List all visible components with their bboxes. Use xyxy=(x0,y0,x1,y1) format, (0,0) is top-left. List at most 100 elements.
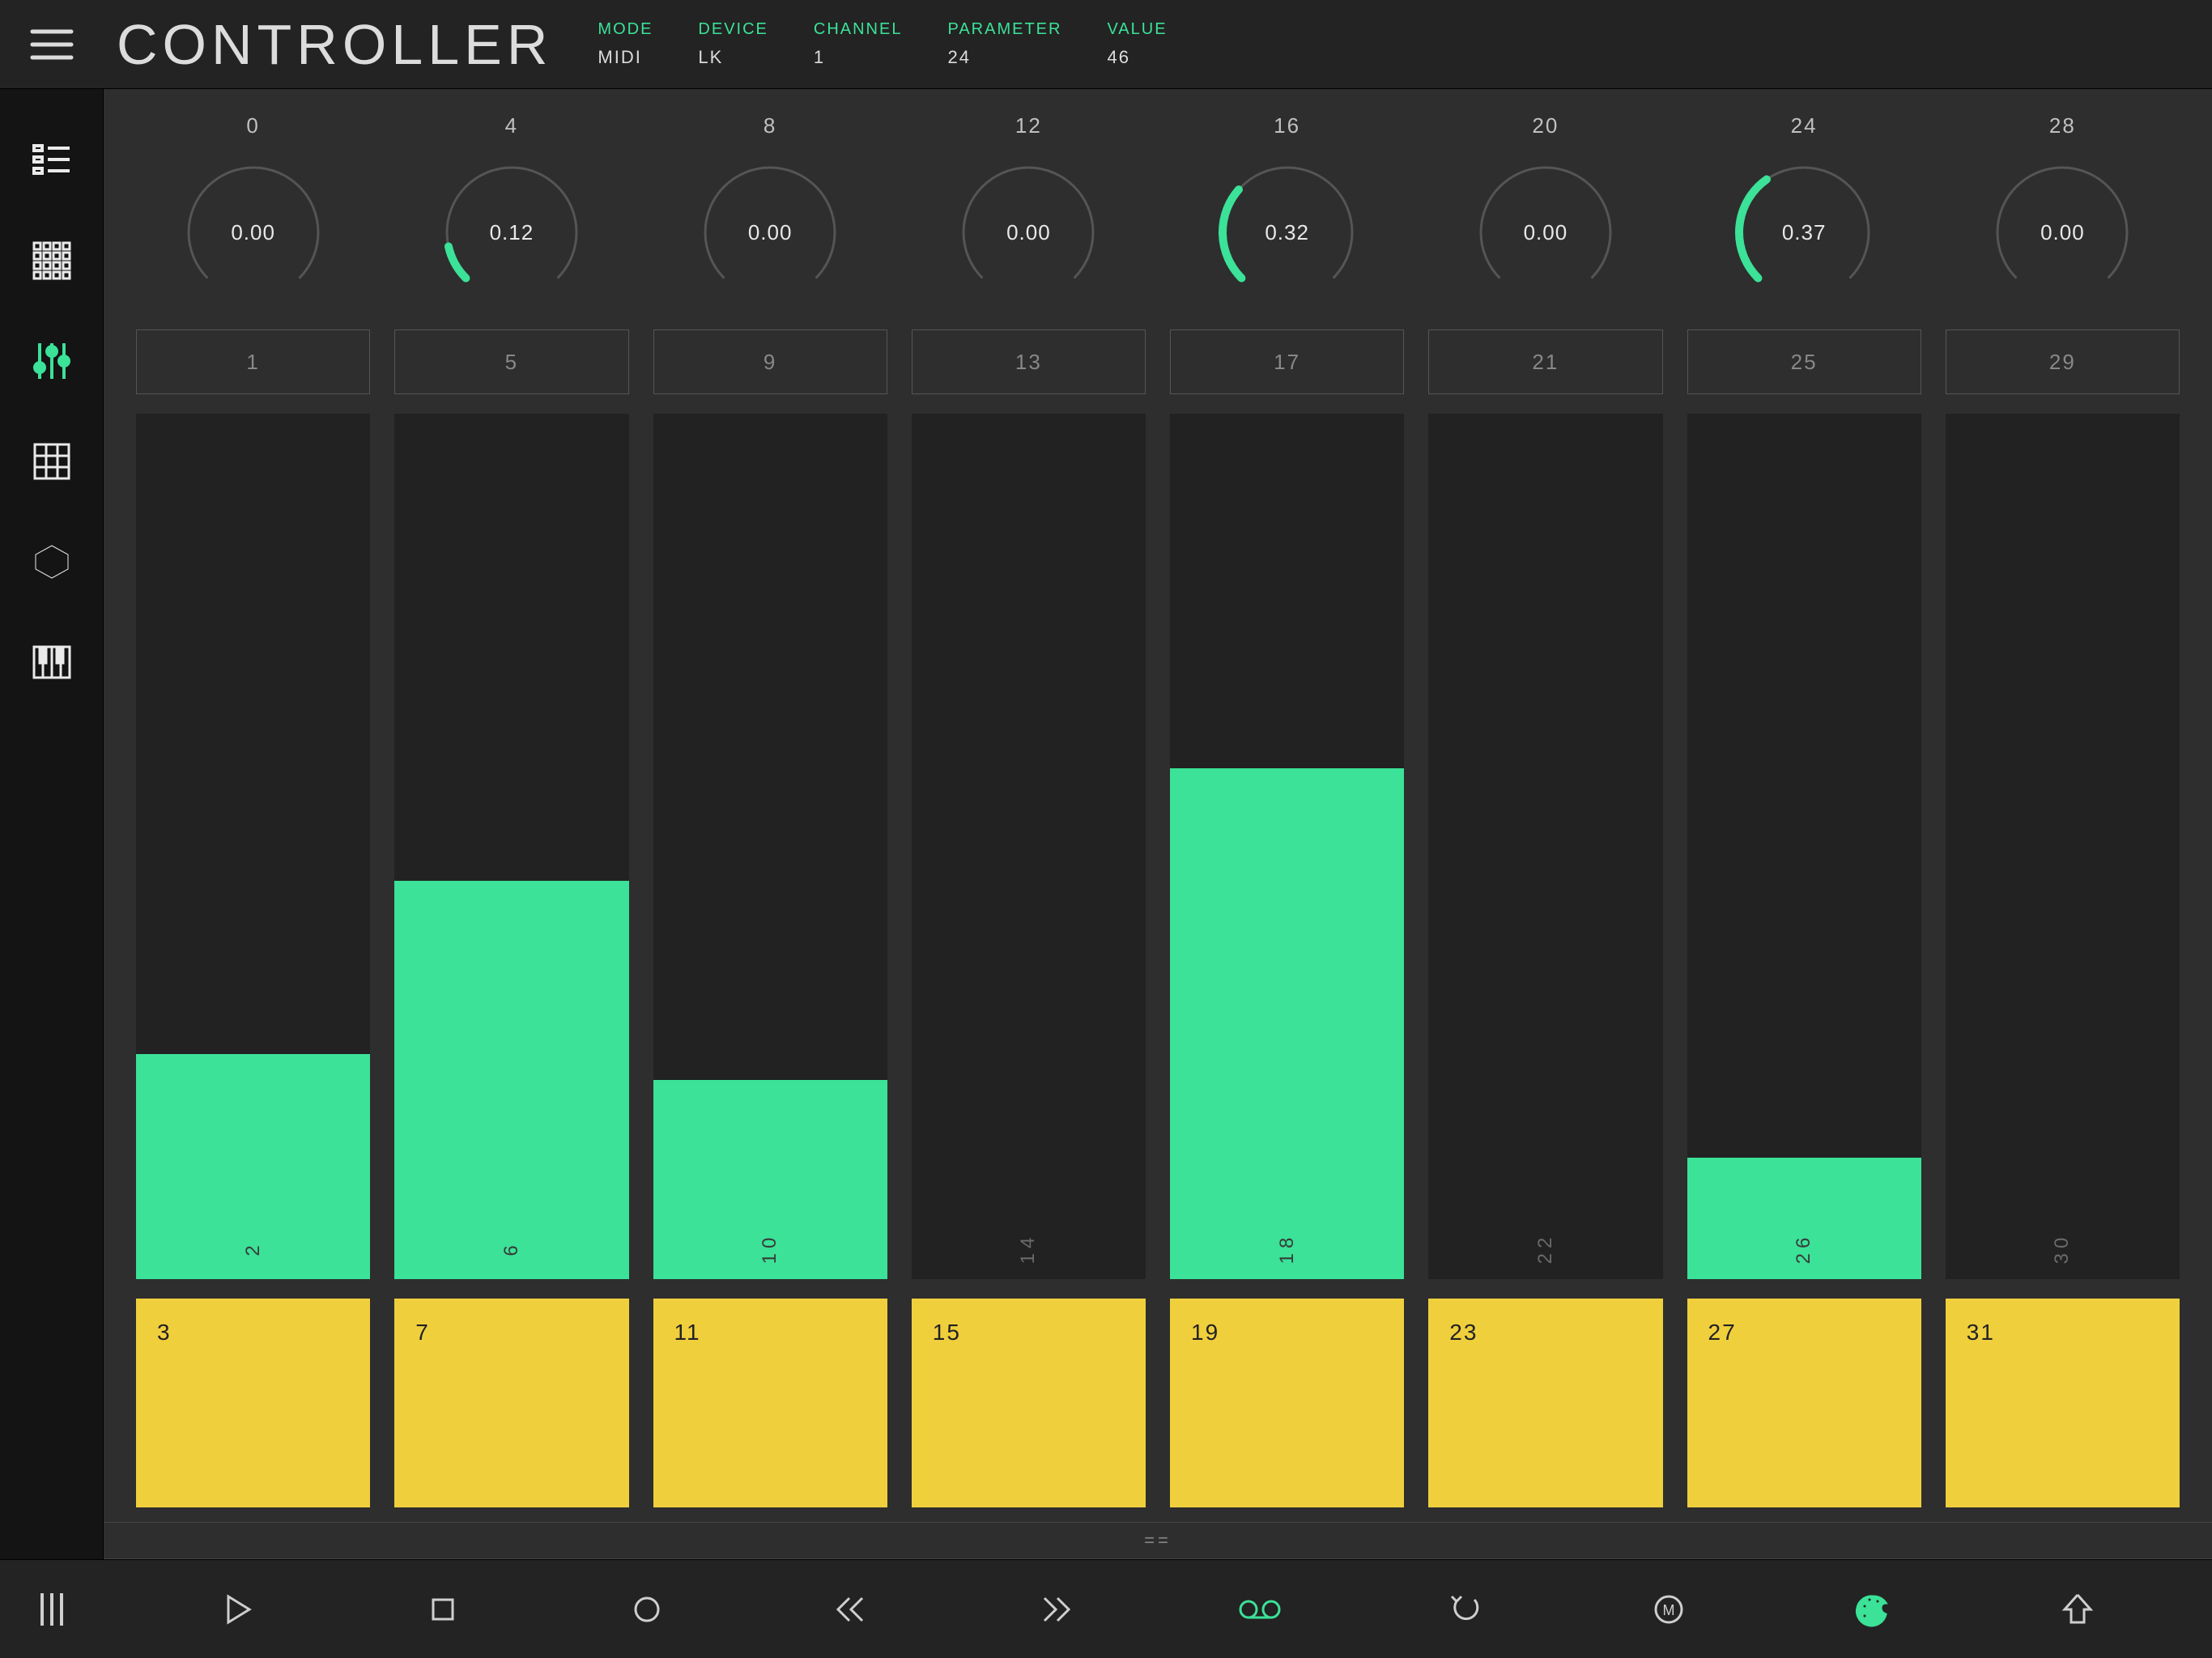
header-value-value: 46 xyxy=(1107,47,1167,68)
knob-value: 0.00 xyxy=(1989,159,2135,305)
pad-label: 27 xyxy=(1708,1320,1737,1346)
fader-id-label: 22 xyxy=(1534,1233,1557,1265)
rewind-button[interactable] xyxy=(825,1584,877,1635)
fader-id-label: 10 xyxy=(759,1233,781,1265)
knob-id-label: 24 xyxy=(1791,113,1818,138)
fader-id-label: 26 xyxy=(1793,1233,1815,1265)
pad[interactable]: 15 xyxy=(912,1299,1146,1507)
shift-button[interactable] xyxy=(2052,1584,2104,1635)
record-button[interactable] xyxy=(621,1584,673,1635)
fader-id-label: 2 xyxy=(242,1240,265,1256)
fader-id-label: 6 xyxy=(500,1240,523,1256)
pad-label: 11 xyxy=(674,1320,701,1346)
knob[interactable]: 200.00 xyxy=(1428,113,1662,305)
menu-button[interactable] xyxy=(0,0,104,89)
header-parameter-label: PARAMETER xyxy=(947,20,1061,39)
faders-row: 26101418222630 xyxy=(104,414,2212,1299)
play-button[interactable] xyxy=(212,1584,264,1635)
header-mode-label: MODE xyxy=(598,20,653,39)
knob-value: 0.00 xyxy=(1473,159,1619,305)
knob-id-label: 8 xyxy=(764,113,776,138)
knob-id-label: 4 xyxy=(505,113,518,138)
pad[interactable]: 31 xyxy=(1946,1299,2180,1507)
transport-meter-icon[interactable] xyxy=(0,1560,104,1658)
pad[interactable]: 19 xyxy=(1170,1299,1404,1507)
fader[interactable]: 22 xyxy=(1428,414,1662,1279)
pad-label: 15 xyxy=(933,1320,961,1346)
knob-value: 0.37 xyxy=(1731,159,1877,305)
fader[interactable]: 14 xyxy=(912,414,1146,1279)
knob-id-label: 16 xyxy=(1274,113,1300,138)
fader-fill xyxy=(1170,768,1404,1279)
pad[interactable]: 27 xyxy=(1687,1299,1921,1507)
loop-button[interactable] xyxy=(1234,1584,1286,1635)
forward-button[interactable] xyxy=(1030,1584,1082,1635)
sidebar-sliders[interactable] xyxy=(29,338,74,384)
knob-id-label: 12 xyxy=(1015,113,1042,138)
header-value-label: VALUE xyxy=(1107,20,1167,39)
palette-button[interactable] xyxy=(1847,1584,1899,1635)
fader[interactable]: 30 xyxy=(1946,414,2180,1279)
metronome-button[interactable]: M xyxy=(1643,1584,1695,1635)
knob[interactable]: 120.00 xyxy=(912,113,1146,305)
pad-label: 19 xyxy=(1191,1320,1219,1346)
page-title: CONTROLLER xyxy=(117,12,552,77)
label-button[interactable]: 25 xyxy=(1687,329,1921,394)
pad-label: 31 xyxy=(1967,1320,1995,1346)
header-device-label: DEVICE xyxy=(698,20,768,39)
label-button[interactable]: 21 xyxy=(1428,329,1662,394)
pad[interactable]: 23 xyxy=(1428,1299,1662,1507)
sidebar-matrix[interactable] xyxy=(29,238,74,283)
fader[interactable]: 18 xyxy=(1170,414,1404,1279)
knob[interactable]: 80.00 xyxy=(653,113,887,305)
header-parameter[interactable]: PARAMETER 24 xyxy=(947,20,1061,68)
label-button[interactable]: 29 xyxy=(1946,329,2180,394)
knob-value: 0.00 xyxy=(181,159,326,305)
knobs-row: 00.0040.1280.00120.00160.32200.00240.372… xyxy=(104,89,2212,329)
fader[interactable]: 26 xyxy=(1687,414,1921,1279)
pad-label: 7 xyxy=(415,1320,430,1346)
fader[interactable]: 10 xyxy=(653,414,887,1279)
label-button[interactable]: 17 xyxy=(1170,329,1404,394)
knob-id-label: 20 xyxy=(1532,113,1559,138)
knob-value: 0.00 xyxy=(697,159,843,305)
fader-id-label: 14 xyxy=(1017,1233,1040,1265)
sidebar-hex[interactable] xyxy=(29,539,74,585)
label-button[interactable]: 5 xyxy=(394,329,628,394)
knob-value: 0.12 xyxy=(439,159,585,305)
header-channel[interactable]: CHANNEL 1 xyxy=(814,20,903,68)
pad[interactable]: 3 xyxy=(136,1299,370,1507)
undo-button[interactable] xyxy=(1439,1584,1491,1635)
pad-label: 23 xyxy=(1449,1320,1478,1346)
knob-value: 0.00 xyxy=(955,159,1101,305)
knob[interactable]: 280.00 xyxy=(1946,113,2180,305)
fader[interactable]: 6 xyxy=(394,414,628,1279)
sidebar-grid[interactable] xyxy=(29,439,74,484)
label-button[interactable]: 9 xyxy=(653,329,887,394)
header-value[interactable]: VALUE 46 xyxy=(1107,20,1167,68)
stop-button[interactable] xyxy=(417,1584,469,1635)
label-button[interactable]: 13 xyxy=(912,329,1146,394)
header-mode[interactable]: MODE MIDI xyxy=(598,20,653,68)
drag-handle[interactable]: == xyxy=(104,1522,2212,1559)
sidebar-clips[interactable] xyxy=(29,138,74,183)
knob-value: 0.32 xyxy=(1214,159,1360,305)
header-channel-label: CHANNEL xyxy=(814,20,903,39)
svg-text:M: M xyxy=(1662,1602,1674,1618)
pad[interactable]: 11 xyxy=(653,1299,887,1507)
knob[interactable]: 40.12 xyxy=(394,113,628,305)
knob[interactable]: 00.00 xyxy=(136,113,370,305)
fader-fill xyxy=(394,881,628,1279)
label-button[interactable]: 1 xyxy=(136,329,370,394)
pad[interactable]: 7 xyxy=(394,1299,628,1507)
sidebar-keys[interactable] xyxy=(29,640,74,685)
header-device[interactable]: DEVICE LK xyxy=(698,20,768,68)
header-device-value: LK xyxy=(698,47,768,68)
header-parameter-value: 24 xyxy=(947,47,1061,68)
fader[interactable]: 2 xyxy=(136,414,370,1279)
fader-id-label: 30 xyxy=(2051,1233,2074,1265)
knob[interactable]: 240.37 xyxy=(1687,113,1921,305)
fader-id-label: 18 xyxy=(1276,1233,1299,1265)
knob[interactable]: 160.32 xyxy=(1170,113,1404,305)
header-channel-value: 1 xyxy=(814,47,903,68)
